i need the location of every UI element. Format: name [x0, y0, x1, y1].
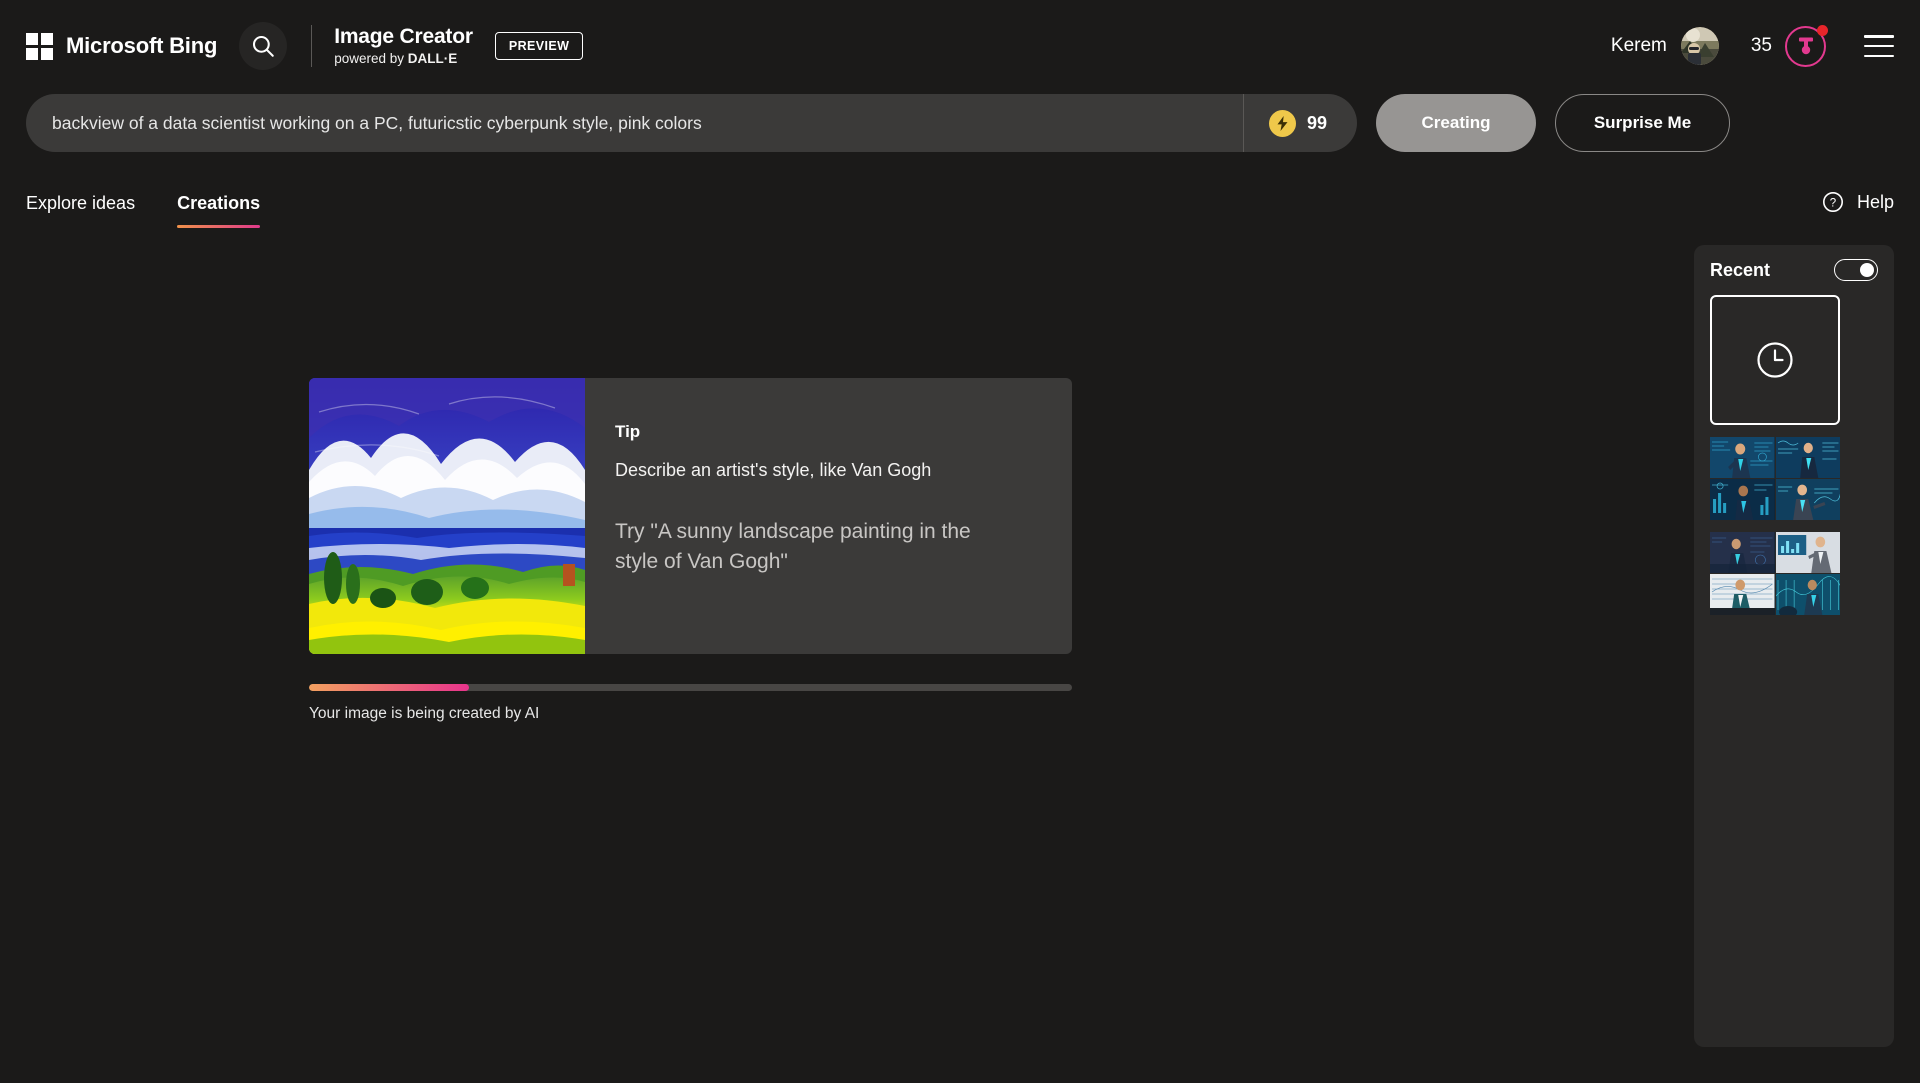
clock-icon [1757, 342, 1793, 378]
creation-canvas: Tip Describe an artist's style, like Van… [26, 236, 1670, 1083]
tab-creations[interactable]: Creations [177, 193, 261, 228]
generation-progress: Your image is being created by AI [309, 684, 1072, 723]
avatar[interactable] [1680, 27, 1719, 65]
thumbnail-image [1775, 437, 1840, 478]
thumbnail-image [1710, 479, 1775, 520]
product-subtitle-brand: DALL·E [407, 50, 458, 66]
help-label: Help [1856, 191, 1894, 212]
product-subtitle-prefix: powered by [334, 50, 408, 66]
thumbnail-image [1710, 437, 1775, 478]
recent-thumbnail[interactable] [1775, 479, 1840, 520]
search-icon [253, 35, 274, 57]
tip-artwork [309, 378, 585, 654]
recent-title: Recent [1710, 259, 1771, 280]
notification-dot [1817, 24, 1828, 36]
question-circle-icon: ? [1822, 192, 1843, 212]
header-divider [311, 25, 313, 67]
preview-badge[interactable]: PREVIEW [494, 31, 584, 61]
recent-header: Recent [1710, 259, 1878, 281]
tip-text-block: Tip Describe an artist's style, like Van… [585, 378, 1072, 654]
progress-track [309, 684, 1072, 691]
svg-text:?: ? [1830, 197, 1836, 209]
tab-explore-ideas[interactable]: Explore ideas [26, 193, 135, 228]
search-button[interactable] [239, 22, 288, 70]
recent-thumbnail[interactable] [1710, 532, 1775, 573]
recent-group-1[interactable] [1710, 437, 1840, 520]
recent-thumbnail[interactable] [1710, 437, 1775, 478]
tip-card: Tip Describe an artist's style, like Van… [309, 378, 1072, 654]
prompt-field[interactable]: 99 [26, 94, 1357, 152]
recent-thumbnail[interactable] [1775, 437, 1840, 478]
lightning-bolt-glyph [1277, 115, 1288, 131]
recent-group-2[interactable] [1710, 532, 1840, 615]
hamburger-menu-icon[interactable] [1864, 35, 1894, 57]
thumbnail-image [1710, 574, 1775, 615]
main-content: Tip Describe an artist's style, like Van… [0, 236, 1920, 1083]
thumbnail-image [1710, 532, 1775, 573]
tip-try-suggestion: Try "A sunny landscape painting in the s… [615, 520, 971, 574]
recent-panel: Recent [1694, 245, 1894, 1047]
product-title: Image Creator [334, 24, 473, 48]
help-button[interactable]: ? Help [1821, 190, 1894, 228]
tip-description: Describe an artist's style, like Van Gog… [615, 460, 932, 480]
boost-count: 99 [1306, 112, 1327, 133]
surprise-me-button[interactable]: Surprise Me [1555, 94, 1730, 152]
boost-counter[interactable]: 99 [1242, 94, 1357, 152]
rewards-medal-glyph [1798, 37, 1813, 55]
tab-bar: Explore ideas Creations ? Help [0, 190, 1920, 228]
recent-thumbnail[interactable] [1775, 574, 1840, 615]
rewards-button[interactable] [1785, 24, 1828, 67]
prompt-bar: 99 Creating Surprise Me [0, 94, 1920, 152]
recent-thumbnail[interactable] [1710, 479, 1775, 520]
app-header: Microsoft Bing Image Creator powered by … [0, 0, 1920, 92]
recent-toggle[interactable] [1834, 259, 1878, 281]
thumbnail-image [1775, 479, 1840, 520]
prompt-input[interactable] [26, 94, 1243, 152]
recent-thumbnail[interactable] [1710, 574, 1775, 615]
avatar-image [1680, 27, 1719, 65]
recent-thumbnail[interactable] [1775, 532, 1840, 573]
lightning-bolt-coin-icon [1268, 109, 1296, 137]
user-name[interactable]: Kerem [1611, 35, 1667, 57]
tip-heading: Tip [615, 422, 641, 441]
product-subtitle: powered by DALL·E [334, 50, 473, 68]
recent-toggle-knob [1860, 262, 1874, 277]
thumbnail-image [1775, 532, 1840, 573]
microsoft-grid-icon [26, 32, 53, 60]
recent-pending-tile[interactable] [1710, 295, 1840, 425]
van-gogh-landscape-image [309, 378, 585, 654]
header-right-cluster: Kerem 35 [1611, 24, 1894, 67]
progress-caption: Your image is being created by AI [309, 705, 540, 722]
thumbnail-image [1775, 574, 1840, 615]
rewards-count[interactable]: 35 [1751, 35, 1772, 57]
create-button[interactable]: Creating [1376, 94, 1536, 152]
product-branding: Image Creator powered by DALL·E [334, 25, 473, 68]
microsoft-bing-wordmark: Microsoft Bing [66, 33, 218, 58]
microsoft-bing-logo[interactable]: Microsoft Bing [26, 32, 218, 60]
progress-fill [309, 684, 470, 691]
